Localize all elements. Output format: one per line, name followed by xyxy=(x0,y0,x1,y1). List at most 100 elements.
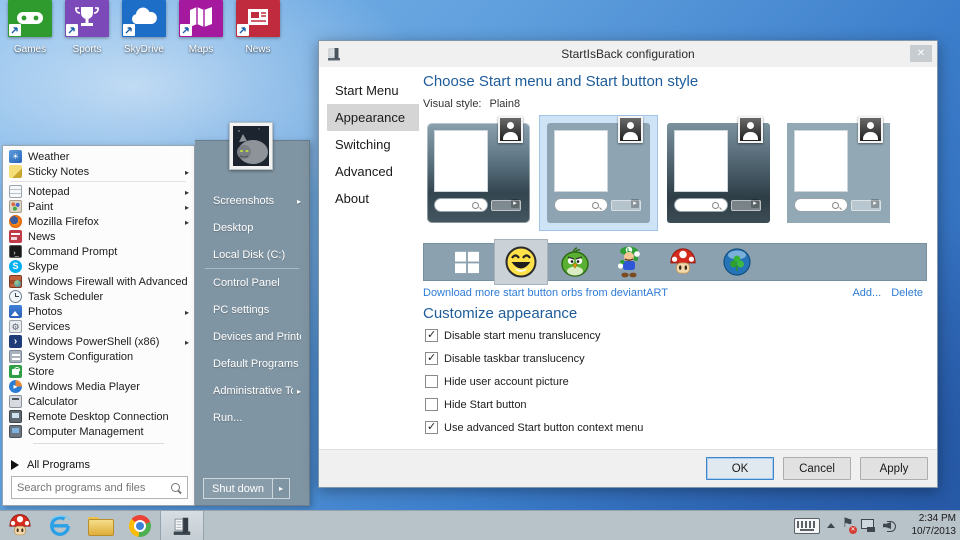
start-menu-item-calculator[interactable]: Calculator xyxy=(3,394,194,409)
download-orbs-link[interactable]: Download more start button orbs from dev… xyxy=(423,287,668,299)
submenu-arrow-icon xyxy=(181,306,189,318)
checkbox-icon[interactable] xyxy=(425,421,438,434)
places-item-desktop[interactable]: Desktop xyxy=(195,214,309,241)
start-menu-right-panel: Screenshots Desktop Local Disk (C:) Cont… xyxy=(195,140,310,506)
taskbar-file-explorer[interactable] xyxy=(80,511,120,540)
start-menu-item-services[interactable]: Services xyxy=(3,319,194,334)
orb-angry-bird[interactable] xyxy=(548,246,602,278)
calculator-icon xyxy=(9,395,22,408)
settings-nav: Start Menu Appearance Switching Advanced… xyxy=(327,77,419,212)
apply-button[interactable]: Apply xyxy=(860,457,928,480)
checkbox-icon[interactable] xyxy=(425,329,438,342)
places-item-run[interactable]: Run... xyxy=(195,404,309,431)
start-menu-item-firefox[interactable]: Mozilla Firefox xyxy=(3,214,194,229)
places-item-control-panel[interactable]: Control Panel xyxy=(195,269,309,296)
network-icon[interactable] xyxy=(861,519,876,532)
startisback-app-icon xyxy=(326,46,342,67)
start-menu-item-system-configuration[interactable]: System Configuration xyxy=(3,349,194,364)
tile-sports[interactable]: Sports xyxy=(65,0,109,37)
orb-clover-globe[interactable] xyxy=(710,247,764,277)
start-menu-item-notepad[interactable]: Notepad xyxy=(3,184,194,199)
orb-awesome-smiley-selected[interactable] xyxy=(494,239,548,285)
nav-switching[interactable]: Switching xyxy=(327,131,419,158)
show-hidden-icons-arrow[interactable] xyxy=(827,523,835,528)
taskbar-chrome[interactable] xyxy=(120,511,160,540)
orb-mushroom[interactable] xyxy=(656,247,710,277)
close-button[interactable] xyxy=(910,45,932,62)
submenu-arrow-icon xyxy=(181,186,189,198)
taskbar-internet-explorer[interactable] xyxy=(40,511,80,540)
start-menu-item-sticky-notes[interactable]: Sticky Notes xyxy=(3,164,194,179)
checkbox-disable-startmenu-translucency[interactable]: Disable start menu translucency xyxy=(425,329,601,342)
start-menu-item-powershell[interactable]: Windows PowerShell (x86) xyxy=(3,334,194,349)
all-programs-button[interactable]: All Programs xyxy=(3,456,194,474)
start-menu-left-panel: Weather Sticky Notes Notepad Paint Mozil… xyxy=(2,145,195,506)
volume-icon[interactable] xyxy=(883,519,897,532)
settings-content: Choose Start menu and Start button style… xyxy=(423,67,929,449)
start-menu-item-command-prompt[interactable]: Command Prompt xyxy=(3,244,194,259)
tile-maps[interactable]: Maps xyxy=(179,0,223,37)
taskbar-clock[interactable]: 2:34 PM 10/7/2013 xyxy=(904,513,956,538)
remote-desktop-icon xyxy=(9,410,22,423)
start-menu-item-firewall[interactable]: Windows Firewall with Advanced Sec... xyxy=(3,274,194,289)
start-menu-item-computer-management[interactable]: Computer Management xyxy=(3,424,194,439)
search-input[interactable] xyxy=(12,482,169,494)
checkbox-hide-start-button[interactable]: Hide Start button xyxy=(425,398,527,411)
add-orb-link[interactable]: Add... xyxy=(852,287,881,299)
visual-style-value: Plain8 xyxy=(490,98,521,110)
store-icon xyxy=(9,365,22,378)
start-menu-item-news[interactable]: News xyxy=(3,229,194,244)
shortcut-arrow-icon xyxy=(66,24,78,36)
places-item-pc-settings[interactable]: PC settings xyxy=(195,296,309,323)
start-menu-item-photos[interactable]: Photos xyxy=(3,304,194,319)
start-menu-item-remote-desktop[interactable]: Remote Desktop Connection xyxy=(3,409,194,424)
start-menu-item-paint[interactable]: Paint xyxy=(3,199,194,214)
nav-start-menu[interactable]: Start Menu xyxy=(327,77,419,104)
orb-strip xyxy=(423,243,927,281)
cancel-button[interactable]: Cancel xyxy=(783,457,851,480)
style-option-dark[interactable] xyxy=(659,115,778,231)
notepad-icon xyxy=(9,185,22,198)
customize-appearance-heading: Customize appearance xyxy=(423,305,577,322)
places-item-administrative-tools[interactable]: Administrative Tools xyxy=(195,377,309,404)
checkbox-icon[interactable] xyxy=(425,375,438,388)
checkbox-hide-user-picture[interactable]: Hide user account picture xyxy=(425,375,569,388)
start-menu-item-store[interactable]: Store xyxy=(3,364,194,379)
user-avatar[interactable] xyxy=(229,122,273,170)
checkbox-disable-taskbar-translucency[interactable]: Disable taskbar translucency xyxy=(425,352,585,365)
places-item-local-disk[interactable]: Local Disk (C:) xyxy=(195,241,309,268)
tile-skydrive[interactable]: SkyDrive xyxy=(122,0,166,37)
start-button-mushroom[interactable] xyxy=(0,511,40,540)
style-option-aero[interactable] xyxy=(419,115,538,231)
shutdown-options-arrow[interactable] xyxy=(273,478,290,499)
powershell-icon xyxy=(9,335,22,348)
window-titlebar[interactable]: StartIsBack configuration xyxy=(319,41,937,67)
nav-about[interactable]: About xyxy=(327,185,419,212)
nav-appearance[interactable]: Appearance xyxy=(327,104,419,131)
shutdown-button[interactable]: Shut down xyxy=(203,478,273,499)
tile-news[interactable]: News xyxy=(236,0,280,37)
start-menu-separator xyxy=(11,181,186,182)
tile-games[interactable]: Games xyxy=(8,0,52,37)
checkbox-icon[interactable] xyxy=(425,352,438,365)
action-center-flag-icon[interactable]: ✕ xyxy=(842,519,854,533)
start-menu-item-weather[interactable]: Weather xyxy=(3,149,194,164)
places-item-devices-printers[interactable]: Devices and Printers xyxy=(195,323,309,350)
start-menu-item-media-player[interactable]: Windows Media Player xyxy=(3,379,194,394)
style-option-plain8-selected[interactable] xyxy=(539,115,658,231)
start-menu-item-skype[interactable]: Skype xyxy=(3,259,194,274)
places-item-default-programs[interactable]: Default Programs xyxy=(195,350,309,377)
touch-keyboard-icon[interactable] xyxy=(794,518,820,534)
style-option-flat[interactable] xyxy=(779,115,898,231)
start-menu-item-task-scheduler[interactable]: Task Scheduler xyxy=(3,289,194,304)
orb-windows-logo[interactable] xyxy=(440,250,494,274)
taskbar-startisback-active[interactable] xyxy=(160,511,204,540)
checkbox-icon[interactable] xyxy=(425,398,438,411)
ok-button[interactable]: OK xyxy=(706,457,774,480)
orb-luigi[interactable] xyxy=(602,245,656,279)
checkbox-advanced-context-menu[interactable]: Use advanced Start button context menu xyxy=(425,421,643,434)
places-item-screenshots[interactable]: Screenshots xyxy=(195,187,309,214)
start-menu-search-box[interactable] xyxy=(11,476,188,499)
delete-orb-link[interactable]: Delete xyxy=(891,287,923,299)
nav-advanced[interactable]: Advanced xyxy=(327,158,419,185)
